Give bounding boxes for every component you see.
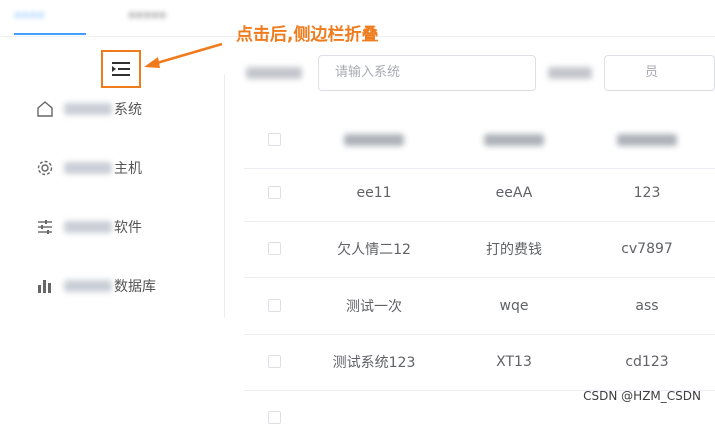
search-input-staff[interactable]: 员 [604, 55, 715, 91]
table-cell: 欠人情二12 [337, 242, 411, 258]
table-row: 欠人情二12 打的费钱 cv7897 [244, 221, 715, 278]
table-row: ee11 eeAA 123 [244, 165, 715, 222]
row-checkbox[interactable] [268, 186, 281, 199]
table-cell: XT13 [496, 354, 532, 370]
sidebar-item-label: 主机 [114, 161, 142, 177]
table-cell: ass [635, 298, 659, 314]
active-tab-indicator [14, 33, 86, 35]
column-header-3 [594, 112, 700, 168]
tab-second[interactable]: ••••• [128, 6, 208, 28]
column-header-1 [316, 112, 432, 168]
home-icon [36, 100, 60, 118]
table-cell: 测试系统123 [332, 355, 416, 371]
table-row: 测试一次 wqe ass [244, 278, 715, 335]
search-input-system[interactable]: 请输入系统 [318, 55, 536, 91]
watermark: CSDN @HZM_CSDN [583, 389, 701, 403]
tab-active[interactable]: •••• [14, 6, 86, 28]
table-cell: cd123 [625, 354, 669, 370]
menu-fold-icon [112, 62, 130, 76]
sidebar-divider [224, 74, 225, 318]
table-cell: 测试一次 [346, 299, 402, 315]
search-label-2 [548, 62, 592, 84]
table-cell: 打的费钱 [486, 242, 542, 258]
table-row: 测试系统123 XT13 cd123 [244, 334, 715, 391]
table-cell: wqe [499, 298, 529, 314]
sidebar-item-host[interactable]: 主机 [36, 156, 142, 180]
table-cell: cv7897 [621, 241, 673, 257]
row-checkbox[interactable] [268, 242, 281, 255]
sliders-icon [36, 219, 60, 235]
search-label-1 [246, 62, 302, 84]
bar-chart-icon [36, 278, 60, 294]
sidebar-item-system[interactable]: 系统 [36, 97, 142, 121]
sidebar-item-label: 系统 [114, 102, 142, 118]
row-checkbox[interactable] [268, 299, 281, 312]
sidebar-item-label: 软件 [114, 220, 142, 236]
annotation-text: 点击后,侧边栏折叠 [236, 25, 379, 45]
sidebar-item-label: 数据库 [114, 279, 156, 295]
sidebar-collapse-button[interactable] [101, 50, 141, 88]
table-cell: 123 [633, 185, 661, 201]
select-all-checkbox[interactable] [268, 133, 281, 146]
table-cell: eeAA [495, 185, 533, 201]
sidebar-item-software[interactable]: 软件 [36, 215, 142, 239]
sidebar-item-database[interactable]: 数据库 [36, 274, 156, 298]
table-header-row [244, 112, 715, 169]
gear-icon [36, 159, 60, 177]
column-header-2 [456, 112, 572, 168]
row-checkbox[interactable] [268, 355, 281, 368]
table-cell: ee11 [356, 185, 392, 201]
